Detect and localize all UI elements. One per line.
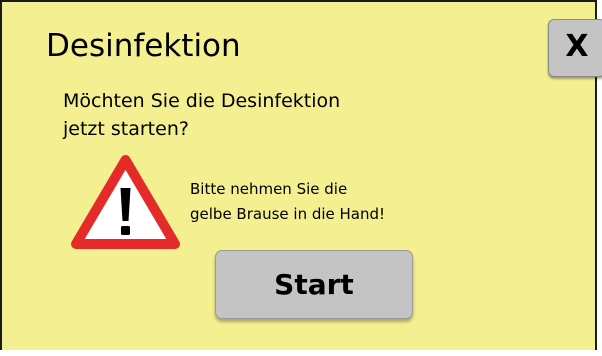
hint-line-2: gelbe Brause in die Hand! bbox=[190, 205, 386, 223]
dialog-title: Desinfektion bbox=[46, 28, 241, 64]
message-line-2: jetzt starten? bbox=[63, 118, 189, 140]
disinfection-dialog: Desinfektion X Möchten Sie die Desinfekt… bbox=[0, 0, 602, 350]
warning-triangle-icon bbox=[71, 155, 180, 249]
hint-text: Bitte nehmen Sie die gelbe Brause in die… bbox=[190, 177, 490, 227]
close-button[interactable]: X bbox=[548, 19, 602, 77]
start-button[interactable]: Start bbox=[215, 250, 413, 319]
hint-line-1: Bitte nehmen Sie die bbox=[190, 180, 348, 198]
message-line-1: Möchten Sie die Desinfektion bbox=[63, 90, 341, 112]
dialog-message: Möchten Sie die Desinfektion jetzt start… bbox=[63, 87, 423, 143]
